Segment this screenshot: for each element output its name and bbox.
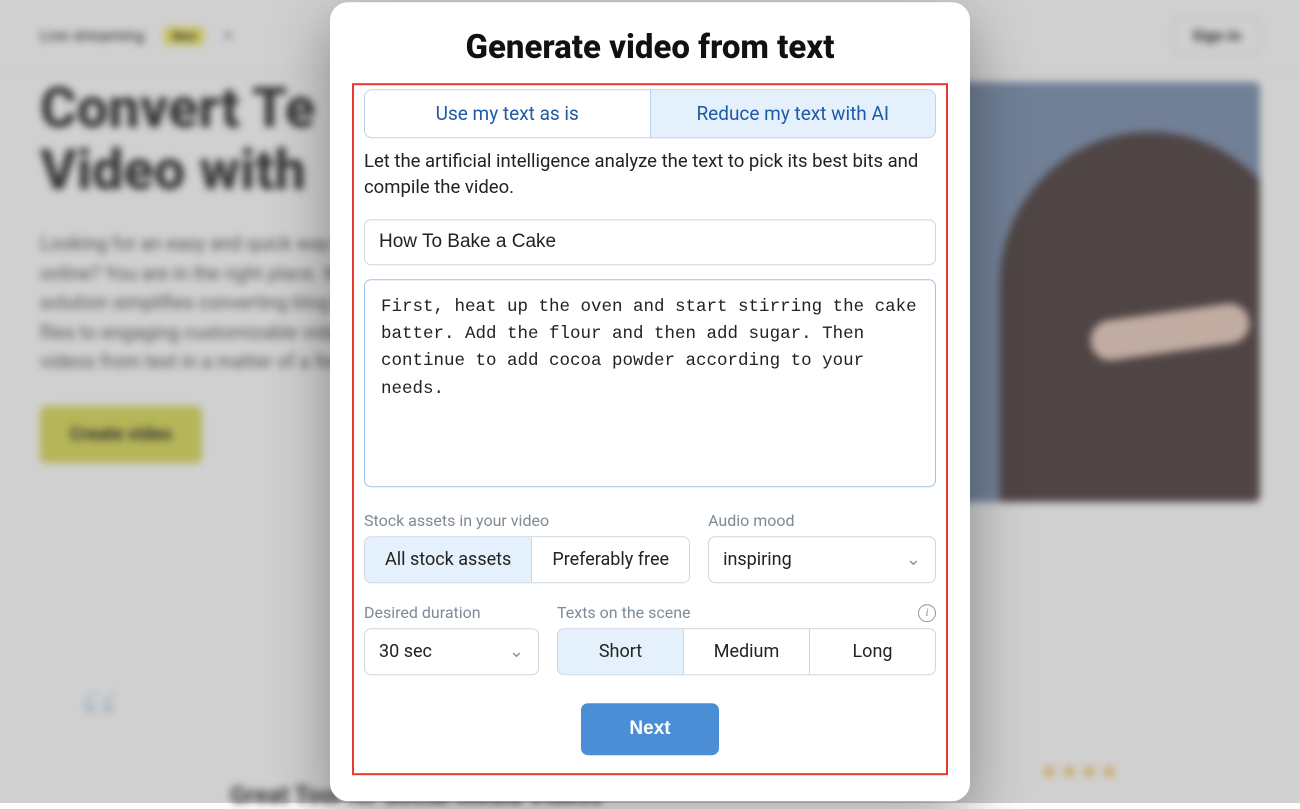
audio-mood-value: inspiring	[723, 549, 792, 570]
audio-mood-label: Audio mood	[708, 511, 936, 530]
modal-title: Generate video from text	[330, 28, 970, 67]
chevron-down-icon: ⌄	[509, 641, 524, 662]
next-button[interactable]: Next	[581, 703, 718, 755]
texts-length-toggle: Short Medium Long	[557, 628, 936, 675]
stock-free-option[interactable]: Preferably free	[531, 537, 689, 582]
info-icon[interactable]: i	[918, 604, 936, 622]
duration-select[interactable]: 30 sec ⌄	[364, 628, 539, 675]
tab-reduce-with-ai[interactable]: Reduce my text with AI	[650, 90, 936, 137]
texts-medium-option[interactable]: Medium	[683, 629, 809, 674]
texts-long-option[interactable]: Long	[809, 629, 935, 674]
stock-assets-label: Stock assets in your video	[364, 511, 690, 530]
text-mode-tabs: Use my text as is Reduce my text with AI	[364, 89, 936, 138]
generate-video-modal: Generate video from text Use my text as …	[330, 2, 970, 802]
chevron-down-icon: ⌄	[906, 549, 921, 570]
tab-use-text-as-is[interactable]: Use my text as is	[365, 90, 650, 137]
duration-value: 30 sec	[379, 641, 432, 662]
video-title-input[interactable]	[364, 219, 936, 265]
stock-assets-toggle: All stock assets Preferably free	[364, 536, 690, 583]
texts-on-scene-label: Texts on the scene	[557, 603, 691, 622]
duration-label: Desired duration	[364, 603, 539, 622]
highlight-box: Use my text as is Reduce my text with AI…	[352, 83, 948, 776]
audio-mood-select[interactable]: inspiring ⌄	[708, 536, 936, 583]
mode-description: Let the artificial intelligence analyze …	[364, 148, 936, 202]
texts-short-option[interactable]: Short	[558, 629, 683, 674]
video-text-input[interactable]	[364, 279, 936, 487]
stock-all-option[interactable]: All stock assets	[365, 537, 531, 582]
